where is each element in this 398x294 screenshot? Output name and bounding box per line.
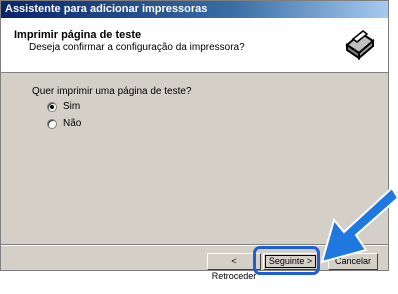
radio-yes[interactable] xyxy=(47,101,57,112)
page-title: Imprimir página de teste xyxy=(14,29,142,41)
option-no-label: Não xyxy=(63,118,82,129)
radio-no[interactable] xyxy=(47,118,57,129)
option-yes[interactable]: Sim xyxy=(47,101,80,112)
pointer-arrow-icon xyxy=(320,186,398,264)
option-yes-label: Sim xyxy=(63,101,81,112)
test-page-question: Quer imprimir uma página de teste? xyxy=(32,86,192,97)
option-no[interactable]: Não xyxy=(47,118,81,129)
page-subtitle: Deseja confirmar a configuração da impre… xyxy=(29,42,245,53)
printer-icon xyxy=(340,24,378,62)
title-bar: Assistente para adicionar impressoras xyxy=(1,1,388,18)
wizard-header: Imprimir página de teste Deseja confirma… xyxy=(1,18,388,73)
